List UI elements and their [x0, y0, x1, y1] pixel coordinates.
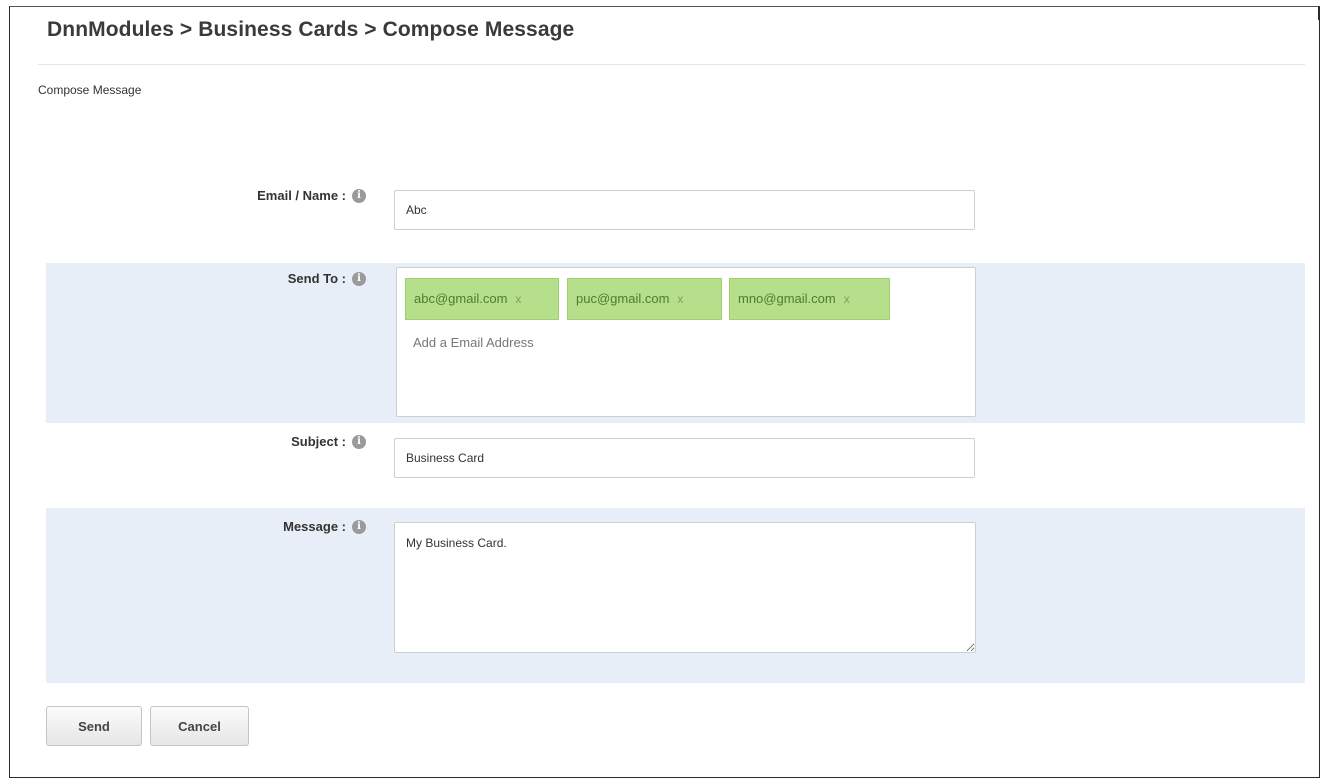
message-label-text: Message : — [283, 519, 346, 535]
cancel-button[interactable]: Cancel — [150, 706, 249, 746]
recipient-tag: puc@gmail.com x — [567, 278, 722, 320]
email-name-label: Email / Name : i — [26, 187, 366, 203]
info-icon[interactable]: i — [352, 519, 366, 534]
recipient-tag: abc@gmail.com x — [405, 278, 559, 320]
email-name-input[interactable] — [394, 190, 975, 230]
send-to-tag-input[interactable]: abc@gmail.com x puc@gmail.com x mno@gmail.… — [396, 267, 976, 417]
email-name-label-text: Email / Name : — [257, 188, 346, 204]
recipient-tag-email: abc@gmail.com — [414, 291, 508, 306]
subject-label-text: Subject : — [291, 434, 346, 450]
info-icon[interactable]: i — [352, 271, 366, 286]
remove-tag-icon[interactable]: x — [515, 292, 521, 306]
title-divider — [38, 64, 1305, 65]
recipient-tag: mno@gmail.com x — [729, 278, 890, 320]
subject-input[interactable] — [394, 438, 975, 478]
send-to-label: Send To : i — [26, 270, 366, 286]
remove-tag-icon[interactable]: x — [844, 292, 850, 306]
recipient-tag-email: mno@gmail.com — [738, 291, 836, 306]
send-to-label-text: Send To : — [287, 271, 346, 287]
page-title-breadcrumb: DnnModules > Business Cards > Compose Me… — [47, 18, 575, 41]
recipient-tag-email: puc@gmail.com — [576, 291, 670, 306]
frame-edge — [1318, 6, 1319, 20]
message-textarea[interactable]: My Business Card. — [394, 522, 976, 653]
send-button[interactable]: Send — [46, 706, 142, 746]
add-email-input[interactable] — [413, 330, 563, 354]
info-icon[interactable]: i — [352, 434, 366, 449]
subject-label: Subject : i — [26, 433, 366, 449]
remove-tag-icon[interactable]: x — [677, 292, 683, 306]
message-label: Message : i — [26, 518, 366, 534]
info-icon[interactable]: i — [352, 188, 366, 203]
section-title: Compose Message — [38, 83, 142, 97]
